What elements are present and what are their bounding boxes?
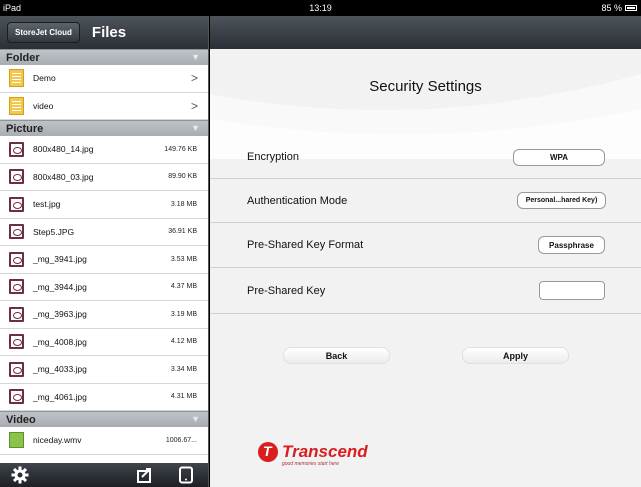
page-title: Security Settings (369, 78, 482, 95)
chevron-right-icon: > (190, 71, 198, 86)
item-name: _mg_3944.jpg (33, 281, 87, 292)
auth-mode-select[interactable]: Personal...hared Key) (517, 192, 606, 209)
sidebar-header: StoreJet Cloud Files (0, 16, 208, 49)
setting-label: Encryption (247, 151, 299, 163)
main-top-bar (210, 16, 641, 49)
storejet-cloud-button[interactable]: StoreJet Cloud (7, 22, 80, 43)
chevron-down-icon: ▼ (191, 52, 200, 62)
picture-icon (9, 334, 24, 350)
file-row[interactable]: _mg_4033.jpg 3.34 MB (0, 356, 208, 384)
item-name: 800x480_03.jpg (33, 171, 94, 182)
folder-row[interactable]: video > (0, 93, 208, 120)
section-title: Video (6, 413, 36, 426)
file-row[interactable]: _mg_3941.jpg 3.53 MB (0, 246, 208, 274)
file-row[interactable]: _mg_3963.jpg 3.19 MB (0, 301, 208, 329)
file-size: 149.76 KB (164, 145, 197, 153)
item-name: niceday.wmv (33, 435, 82, 446)
file-size: 4.12 MB (170, 338, 197, 346)
folder-row[interactable]: Demo > (0, 65, 208, 93)
file-row[interactable]: 800x480_14.jpg 149.76 KB (0, 136, 208, 164)
picture-icon (9, 306, 24, 322)
video-file-icon (9, 432, 24, 449)
file-size: 89.90 KB (168, 173, 197, 181)
file-row[interactable]: _mg_4061.jpg 4.31 MB (0, 384, 208, 411)
chevron-down-icon: ▼ (191, 123, 200, 133)
sidebar-toolbar (0, 463, 208, 487)
status-time: 13:19 (309, 3, 332, 13)
logo-text: Transcend (282, 442, 368, 461)
section-header-folder[interactable]: Folder ▼ (0, 49, 208, 65)
section-title: Picture (6, 122, 44, 135)
file-size: 3.53 MB (170, 255, 197, 263)
file-row[interactable]: test.jpg 3.18 MB (0, 191, 208, 219)
section-header-video[interactable]: Video ▼ (0, 411, 208, 427)
item-name: Step5.JPG (33, 226, 75, 237)
folder-icon (9, 69, 24, 88)
item-name: _mg_3941.jpg (33, 254, 87, 265)
security-settings-panel: Security Settings Encryption WPA Authent… (210, 16, 641, 487)
item-name: _mg_4008.jpg (33, 336, 87, 347)
transcend-logo: Transcend good memories start here (258, 442, 368, 467)
file-size: 3.18 MB (170, 200, 197, 208)
picture-icon (9, 279, 24, 295)
file-size: 36.91 KB (168, 228, 197, 236)
picture-icon (9, 389, 24, 405)
transcend-logo-icon (258, 442, 278, 462)
picture-icon (9, 169, 24, 185)
file-size: 4.31 MB (170, 393, 197, 401)
files-sidebar: StoreJet Cloud Files Folder ▼ Demo > vid… (0, 16, 209, 487)
back-button[interactable]: Back (283, 347, 390, 364)
picture-icon (9, 361, 24, 377)
setting-label: Authentication Mode (247, 194, 348, 207)
picture-icon (9, 196, 24, 212)
item-name: _mg_4061.jpg (33, 391, 87, 402)
chevron-right-icon: > (190, 98, 198, 113)
picture-icon (9, 224, 24, 240)
battery-percent: 85 % (601, 3, 622, 13)
file-row[interactable]: 800x480_03.jpg 89.90 KB (0, 164, 208, 191)
setting-label: Pre-Shared Key (247, 284, 326, 297)
upload-icon[interactable] (136, 466, 154, 484)
logo-tagline: good memories start here (282, 461, 339, 467)
item-name: 800x480_14.jpg (33, 144, 94, 155)
file-size: 3.19 MB (170, 310, 197, 318)
picture-icon (9, 141, 24, 157)
file-row[interactable]: _mg_4008.jpg 4.12 MB (0, 329, 208, 356)
file-size: 4.37 MB (170, 283, 197, 291)
item-name: _mg_4033.jpg (33, 364, 87, 375)
device-icon[interactable] (177, 466, 195, 484)
file-row[interactable]: niceday.wmv 1006.67... (0, 427, 208, 455)
item-name: video (33, 100, 54, 111)
item-name: Demo (33, 73, 56, 84)
file-row[interactable]: _mg_3944.jpg 4.37 MB (0, 274, 208, 301)
section-header-picture[interactable]: Picture ▼ (0, 120, 208, 136)
key-format-select[interactable]: Passphrase (538, 236, 605, 254)
apply-button[interactable]: Apply (462, 347, 569, 364)
gear-icon[interactable] (11, 466, 29, 484)
file-size: 3.34 MB (170, 365, 197, 373)
folder-icon (9, 96, 24, 115)
setting-row-auth-mode: Authentication Mode Personal...hared Key… (210, 179, 641, 223)
battery-icon (625, 5, 637, 11)
setting-row-encryption: Encryption WPA (210, 136, 641, 179)
file-row[interactable]: Step5.JPG 36.91 KB (0, 219, 208, 246)
item-name: test.jpg (33, 199, 61, 210)
status-bar: iPad 13:19 85 % (0, 0, 641, 16)
encryption-select[interactable]: WPA (513, 148, 605, 166)
chevron-down-icon: ▼ (191, 414, 200, 424)
section-title: Folder (6, 51, 40, 64)
setting-row-key-format: Pre-Shared Key Format Passphrase (210, 223, 641, 268)
file-size: 1006.67... (165, 436, 197, 444)
picture-icon (9, 251, 24, 267)
setting-label: Pre-Shared Key Format (247, 239, 364, 251)
sidebar-title: Files (91, 24, 127, 41)
setting-row-preshared-key: Pre-Shared Key (210, 268, 641, 314)
preshared-key-input[interactable] (539, 281, 605, 300)
item-name: _mg_3963.jpg (33, 309, 87, 320)
